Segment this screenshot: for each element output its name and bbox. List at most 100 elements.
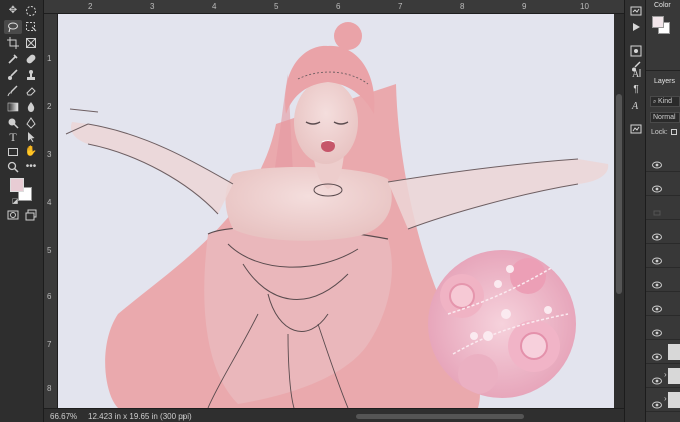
eye-icon[interactable] xyxy=(652,372,662,385)
blend-mode-select[interactable]: Normal xyxy=(650,112,680,123)
eye-icon[interactable] xyxy=(652,324,662,337)
layer-thumbnail xyxy=(668,344,680,360)
layer-row[interactable]: › xyxy=(646,388,680,412)
panel-divider xyxy=(646,70,680,71)
color-panel-tab[interactable]: Color xyxy=(654,2,671,9)
ruler-tick-label: 7 xyxy=(47,340,52,349)
layer-kind-filter[interactable]: ⌕ Kind xyxy=(650,96,680,107)
quick-mask-icon[interactable] xyxy=(4,208,22,222)
blur-icon[interactable] xyxy=(22,100,40,114)
layer-row[interactable] xyxy=(646,220,680,244)
tools-panel: ✥ T ✋ ••• ◪ xyxy=(0,0,44,422)
photoshop-window: ✥ T ✋ ••• ◪ 2 3 4 5 6 7 8 9 10 1 2 3 4 5… xyxy=(0,0,680,422)
ruler-tick-label: 7 xyxy=(398,2,403,11)
rectangle-icon[interactable] xyxy=(4,145,22,159)
eye-icon[interactable] xyxy=(652,252,662,265)
foreground-color-swatch[interactable] xyxy=(10,178,24,192)
document-canvas[interactable] xyxy=(58,14,614,408)
history-icon[interactable] xyxy=(629,4,643,18)
type-icon[interactable]: T xyxy=(4,130,22,144)
layer-row[interactable] xyxy=(646,268,680,292)
more-icon[interactable]: ••• xyxy=(22,160,40,174)
status-menu-arrow[interactable]: › xyxy=(182,411,185,421)
healing-icon[interactable] xyxy=(22,52,40,66)
expand-group-icon[interactable]: › xyxy=(664,394,667,403)
glyphs-icon[interactable]: A xyxy=(629,98,643,112)
eraser-icon[interactable] xyxy=(22,84,40,98)
eyedropper-icon[interactable] xyxy=(4,52,22,66)
layer-row[interactable] xyxy=(646,292,680,316)
ruler-tick-label: 1 xyxy=(47,54,52,63)
eye-icon[interactable] xyxy=(652,300,662,313)
document-dimensions: 12.423 in x 19.65 in (300 ppi) xyxy=(88,412,192,421)
ruler-tick-label: 6 xyxy=(47,292,52,301)
ruler-tick-label: 3 xyxy=(47,150,52,159)
default-colors-icon[interactable]: ◪ xyxy=(6,194,24,208)
ruler-tick-label: 3 xyxy=(150,2,155,11)
ruler-tick-label: 2 xyxy=(88,2,93,11)
object-select-icon[interactable] xyxy=(22,20,40,34)
svg-text:A: A xyxy=(632,69,640,79)
move-icon[interactable]: ✥ xyxy=(4,4,22,18)
lock-label: Lock: xyxy=(651,129,668,136)
horizontal-ruler: 2 3 4 5 6 7 8 9 10 xyxy=(44,0,624,14)
panel-foreground-swatch[interactable] xyxy=(652,16,664,28)
eye-hidden-icon[interactable] xyxy=(652,204,662,216)
ruler-tick-label: 2 xyxy=(47,102,52,111)
svg-text:A: A xyxy=(631,101,639,111)
zoom-level[interactable]: 66.67% xyxy=(50,412,77,421)
libraries-icon[interactable] xyxy=(629,122,643,136)
brush-icon[interactable] xyxy=(4,68,22,82)
layer-row[interactable] xyxy=(646,316,680,340)
ruler-tick-label: 10 xyxy=(580,2,589,11)
eye-icon[interactable] xyxy=(652,348,662,361)
horizontal-scrollbar-thumb[interactable] xyxy=(356,414,524,419)
ruler-tick-label: 4 xyxy=(212,2,217,11)
crop-icon[interactable] xyxy=(4,36,22,50)
kind-filter-label: Kind xyxy=(658,98,673,105)
layer-row[interactable] xyxy=(646,172,680,196)
pen-icon[interactable] xyxy=(22,116,40,130)
path-select-icon[interactable] xyxy=(22,130,40,144)
ruler-tick-label: 6 xyxy=(336,2,341,11)
eye-icon[interactable] xyxy=(652,180,662,193)
eye-icon[interactable] xyxy=(652,156,662,169)
layer-row[interactable]: › xyxy=(646,364,680,388)
ruler-tick-label: 9 xyxy=(522,2,527,11)
layers-panel-tab[interactable]: Layers xyxy=(654,78,675,85)
history-brush-icon[interactable] xyxy=(4,84,22,98)
layer-row[interactable] xyxy=(646,244,680,268)
blend-mode-label: Normal xyxy=(653,114,676,121)
type-panel-icon[interactable]: A xyxy=(629,66,643,80)
gradient-icon[interactable] xyxy=(4,100,22,114)
right-panels: Color Layers ⌕ Kind Normal Lock: › › xyxy=(646,0,680,422)
panel-icon-strip: A ¶ A xyxy=(624,0,646,422)
ruler-tick-label: 5 xyxy=(274,2,279,11)
vertical-scrollbar-thumb[interactable] xyxy=(616,94,622,294)
actions-play-icon[interactable] xyxy=(629,20,643,34)
marquee-icon[interactable] xyxy=(22,4,40,18)
artwork-illustration xyxy=(65,22,609,408)
layer-row[interactable] xyxy=(646,148,680,172)
eye-icon[interactable] xyxy=(652,276,662,289)
vertical-scrollbar[interactable] xyxy=(614,14,624,408)
frame-icon[interactable] xyxy=(22,36,40,50)
stamp-icon[interactable] xyxy=(22,68,40,82)
vertical-ruler: 1 2 3 4 5 6 7 8 xyxy=(44,14,58,408)
zoom-icon[interactable] xyxy=(4,160,22,174)
eye-icon[interactable] xyxy=(652,396,662,409)
hand-icon[interactable]: ✋ xyxy=(22,145,40,159)
brush-settings-icon[interactable] xyxy=(629,44,643,58)
layer-row[interactable] xyxy=(646,196,680,220)
paragraph-icon[interactable]: ¶ xyxy=(629,82,643,96)
ruler-tick-label: 8 xyxy=(460,2,465,11)
screen-mode-icon[interactable] xyxy=(22,208,40,222)
ruler-tick-label: 5 xyxy=(47,246,52,255)
lasso-icon[interactable] xyxy=(4,20,22,34)
dodge-icon[interactable] xyxy=(4,116,22,130)
expand-group-icon[interactable]: › xyxy=(664,370,667,379)
eye-icon[interactable] xyxy=(652,228,662,241)
lock-transparency-icon[interactable] xyxy=(671,129,677,135)
layer-row[interactable] xyxy=(646,340,680,364)
ruler-tick-label: 4 xyxy=(47,198,52,207)
